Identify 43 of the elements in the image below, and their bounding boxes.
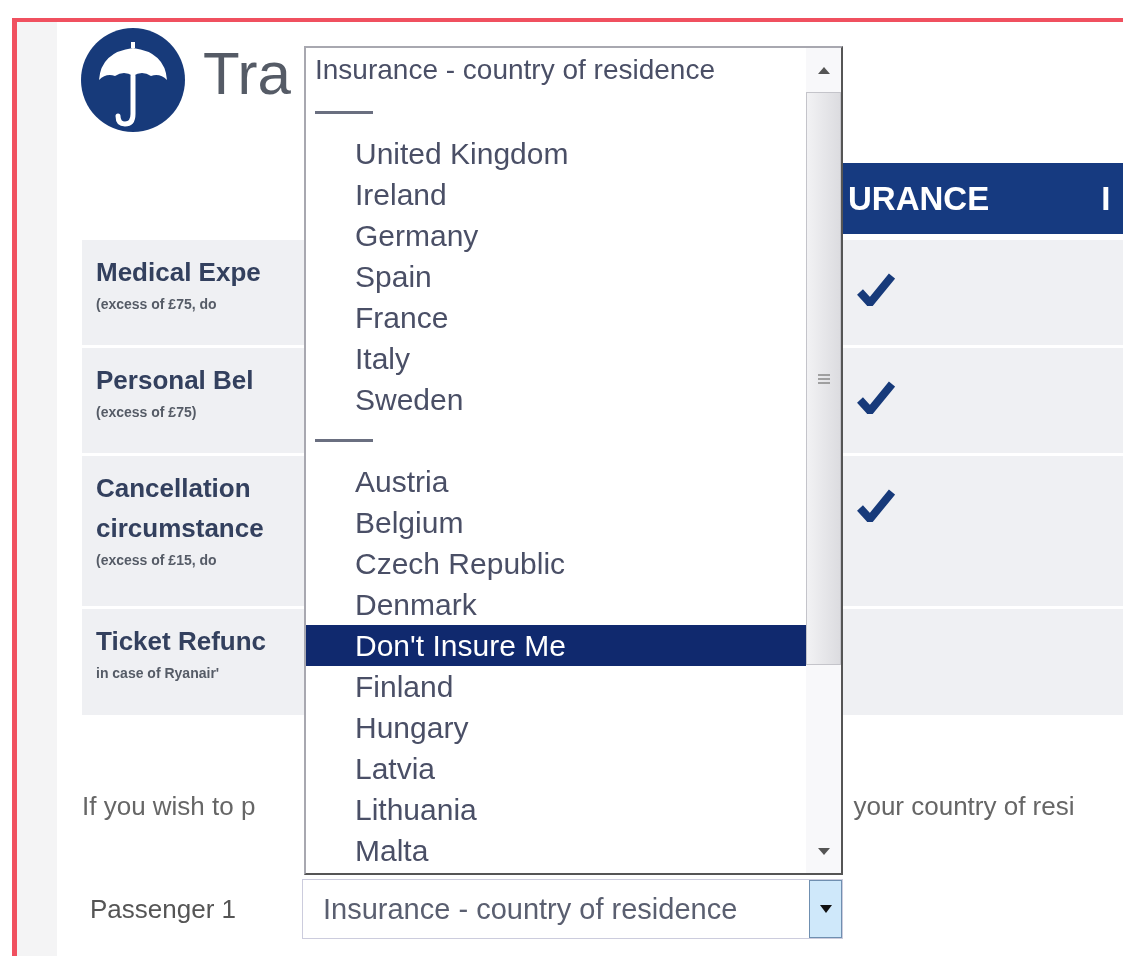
list-option[interactable]: Malta (306, 830, 806, 871)
list-option[interactable]: France (306, 297, 806, 338)
list-option[interactable]: Denmark (306, 584, 806, 625)
cover-note: in case of Ryanair' (96, 665, 221, 681)
notice-text: your country of resi (853, 790, 1075, 822)
caret-down-icon (817, 847, 830, 855)
separator-line (315, 439, 373, 442)
caret-down-icon (819, 905, 832, 913)
column-heading: I (1101, 179, 1111, 218)
dropdown-button[interactable] (809, 880, 842, 938)
cover-title: Medical Expe (96, 256, 262, 289)
separator-line (315, 111, 373, 114)
list-option[interactable]: Hungary (306, 707, 806, 748)
list-option[interactable]: Ireland (306, 174, 806, 215)
umbrella-icon (81, 28, 185, 132)
cover-title: Personal Bel (96, 364, 255, 397)
list-option[interactable]: Spain (306, 256, 806, 297)
column-heading: URANCE (848, 179, 990, 218)
list-option[interactable]: Insurance - country of residence (306, 48, 806, 92)
cover-note: (excess of £75) (96, 404, 198, 420)
cover-note: (excess of £15, do (96, 552, 218, 568)
list-option[interactable]: Latvia (306, 748, 806, 789)
scrollbar[interactable] (806, 48, 841, 873)
notice-text: If you wish to p (82, 790, 256, 822)
page-title: Tra (203, 38, 291, 108)
cover-note: (excess of £75, do (96, 296, 218, 312)
list-option[interactable]: Sweden (306, 379, 806, 420)
cover-title: Ticket Refunc (96, 625, 267, 658)
country-select[interactable]: Insurance - country of residence (302, 879, 843, 939)
list-option[interactable]: Belgium (306, 502, 806, 543)
list-option[interactable]: Italy (306, 338, 806, 379)
list-option[interactable]: Finland (306, 666, 806, 707)
list-option[interactable]: United Kingdom (306, 133, 806, 174)
scrollbar-thumb[interactable] (806, 92, 841, 665)
grip-icon (817, 373, 830, 384)
list-option[interactable]: Austria (306, 461, 806, 502)
caret-up-icon (817, 66, 830, 74)
list-option[interactable]: Don't Insure Me (306, 625, 806, 666)
passenger-label: Passenger 1 (89, 893, 237, 925)
list-option[interactable]: Germany (306, 215, 806, 256)
list-option[interactable]: Lithuania (306, 789, 806, 830)
list-option[interactable]: Czech Republic (306, 543, 806, 584)
cover-title: Cancellation circumstance (96, 472, 265, 545)
